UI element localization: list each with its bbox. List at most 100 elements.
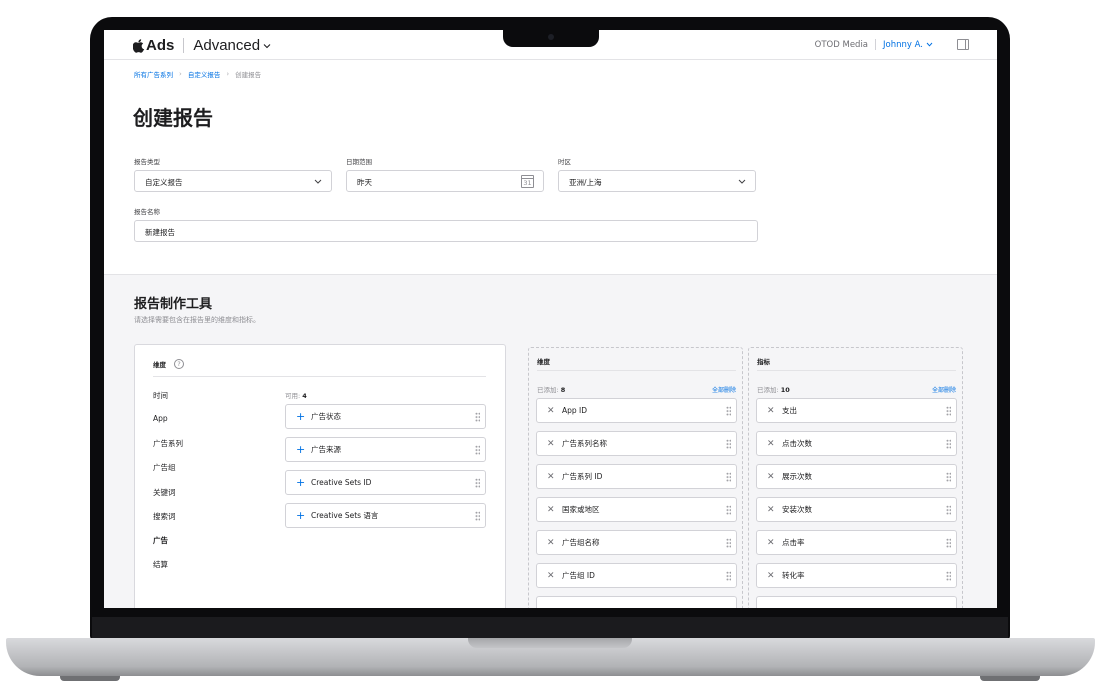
remove-icon[interactable]: ✕: [767, 505, 782, 515]
chevron-down-icon[interactable]: [263, 43, 271, 49]
timezone-value: 亚洲/上海: [569, 178, 602, 187]
breadcrumb-all-campaigns[interactable]: 所有广告系列: [134, 69, 173, 79]
divider: [153, 376, 486, 377]
help-icon[interactable]: ?: [174, 359, 184, 369]
drag-handle-icon[interactable]: [946, 571, 951, 581]
chip-label: 转化率: [782, 571, 805, 580]
laptop-opening-notch: [468, 638, 632, 648]
selected-metric-chip[interactable]: ✕ 点击率: [756, 530, 957, 555]
available-label: 可用:: [285, 392, 301, 400]
added-label: 已添加:: [537, 386, 559, 394]
chip-label: 广告系列名称: [562, 439, 607, 448]
added-label: 已添加:: [757, 386, 779, 394]
selected-metric-chip[interactable]: ✕ 转化率: [756, 563, 957, 588]
clear-all-dimensions-link[interactable]: 全部删除: [712, 385, 736, 394]
selected-metric-chip[interactable]: ✕ 点击次数: [756, 431, 957, 456]
available-dimension-chip[interactable]: + 广告状态: [285, 404, 486, 429]
dimensions-card-title: 维度: [153, 361, 166, 369]
selected-metric-chip[interactable]: ✕ 支出: [756, 398, 957, 423]
date-range-input[interactable]: 昨天 31: [346, 170, 544, 192]
available-dimension-chip[interactable]: + 广告来源: [285, 437, 486, 462]
selected-metrics-title: 指标: [757, 358, 770, 366]
available-dimension-chip[interactable]: + Creative Sets 语言: [285, 503, 486, 528]
report-name-input[interactable]: 新建报告: [134, 220, 758, 242]
drag-handle-icon[interactable]: [475, 445, 480, 455]
drag-handle-icon[interactable]: [726, 538, 731, 548]
remove-icon[interactable]: ✕: [547, 439, 562, 449]
drag-handle-icon[interactable]: [475, 478, 480, 488]
selected-dimension-chip[interactable]: ✕ 广告系列名称: [536, 431, 737, 456]
selected-dimension-chip-partial[interactable]: [536, 596, 737, 608]
drag-handle-icon[interactable]: [475, 412, 480, 422]
available-dimension-chip[interactable]: + Creative Sets ID: [285, 470, 486, 495]
date-range-value: 昨天: [357, 178, 372, 187]
drag-handle-icon[interactable]: [726, 406, 731, 416]
sidebar-panel-icon[interactable]: [957, 39, 969, 50]
selected-metric-chip-partial[interactable]: [756, 596, 957, 608]
selected-dimension-chip[interactable]: ✕ App ID: [536, 398, 737, 423]
timezone-select[interactable]: 亚洲/上海: [558, 170, 756, 192]
drag-handle-icon[interactable]: [726, 439, 731, 449]
remove-icon[interactable]: ✕: [547, 538, 562, 548]
selected-dimensions-dropzone[interactable]: 维度 已添加: 8 全部删除 ✕ App ID ✕ 广告系列名称 ✕ 广告系列 …: [528, 347, 743, 608]
remove-icon[interactable]: ✕: [547, 571, 562, 581]
org-name[interactable]: OTOD Media: [815, 40, 868, 50]
remove-icon[interactable]: ✕: [767, 406, 782, 416]
category-search-term[interactable]: 搜索词: [153, 511, 176, 522]
chevron-right-icon: ›: [226, 70, 230, 78]
chip-label: 广告状态: [311, 412, 341, 421]
selected-dimension-chip[interactable]: ✕ 广告系列 ID: [536, 464, 737, 489]
calendar-icon[interactable]: 31: [521, 175, 534, 188]
drag-handle-icon[interactable]: [946, 505, 951, 515]
remove-icon[interactable]: ✕: [767, 538, 782, 548]
drag-handle-icon[interactable]: [946, 406, 951, 416]
plus-icon[interactable]: +: [296, 444, 311, 455]
selected-dimension-chip[interactable]: ✕ 广告组 ID: [536, 563, 737, 588]
chip-label: 广告系列 ID: [562, 472, 603, 481]
category-campaign[interactable]: 广告系列: [153, 438, 183, 449]
drag-handle-icon[interactable]: [475, 511, 480, 521]
added-count: 8: [560, 386, 566, 394]
drag-handle-icon[interactable]: [946, 472, 951, 482]
category-billing[interactable]: 结算: [153, 559, 168, 570]
selected-dimension-chip[interactable]: ✕ 广告组名称: [536, 530, 737, 555]
remove-icon[interactable]: ✕: [767, 472, 782, 482]
drag-handle-icon[interactable]: [946, 538, 951, 548]
category-keyword[interactable]: 关键词: [153, 487, 176, 498]
plus-icon[interactable]: +: [296, 510, 311, 521]
user-menu[interactable]: Johnny A.: [883, 40, 923, 50]
report-type-label: 报告类型: [134, 158, 160, 166]
remove-icon[interactable]: ✕: [547, 472, 562, 482]
drag-handle-icon[interactable]: [726, 505, 731, 515]
divider: [537, 370, 736, 371]
drag-handle-icon[interactable]: [726, 571, 731, 581]
report-type-select[interactable]: 自定义报告: [134, 170, 332, 192]
category-ad-group[interactable]: 广告组: [153, 462, 176, 473]
plus-icon[interactable]: +: [296, 411, 311, 422]
chip-label: 广告组名称: [562, 538, 600, 547]
clear-all-metrics-link[interactable]: 全部删除: [932, 385, 956, 394]
category-ad[interactable]: 广告: [153, 535, 168, 546]
drag-handle-icon[interactable]: [946, 439, 951, 449]
category-time[interactable]: 时间: [153, 390, 168, 401]
selected-dimension-chip[interactable]: ✕ 国家或地区: [536, 497, 737, 522]
category-app[interactable]: App: [153, 414, 168, 423]
selected-metrics-dropzone[interactable]: 指标 已添加: 10 全部删除 ✕ 支出 ✕ 点击次数 ✕ 展示次数 ✕ 安装次…: [748, 347, 963, 608]
report-name-label: 报告名称: [134, 208, 160, 216]
brand[interactable]: Ads Advanced: [133, 37, 271, 54]
plus-icon[interactable]: +: [296, 477, 311, 488]
breadcrumb-custom-reports[interactable]: 自定义报告: [188, 69, 221, 79]
remove-icon[interactable]: ✕: [767, 439, 782, 449]
brand-name: Ads: [146, 37, 175, 54]
selected-metric-chip[interactable]: ✕ 安装次数: [756, 497, 957, 522]
drag-handle-icon[interactable]: [726, 472, 731, 482]
remove-icon[interactable]: ✕: [547, 505, 562, 515]
remove-icon[interactable]: ✕: [547, 406, 562, 416]
builder-subtitle: 请选择需要包含在报告里的维度和指标。: [134, 316, 260, 324]
product-switcher[interactable]: Advanced: [193, 37, 260, 54]
selected-metric-chip[interactable]: ✕ 展示次数: [756, 464, 957, 489]
chevron-down-icon[interactable]: [926, 42, 933, 47]
chevron-down-icon: [738, 179, 746, 184]
dimensions-card-header: 维度 ?: [153, 359, 184, 369]
remove-icon[interactable]: ✕: [767, 571, 782, 581]
